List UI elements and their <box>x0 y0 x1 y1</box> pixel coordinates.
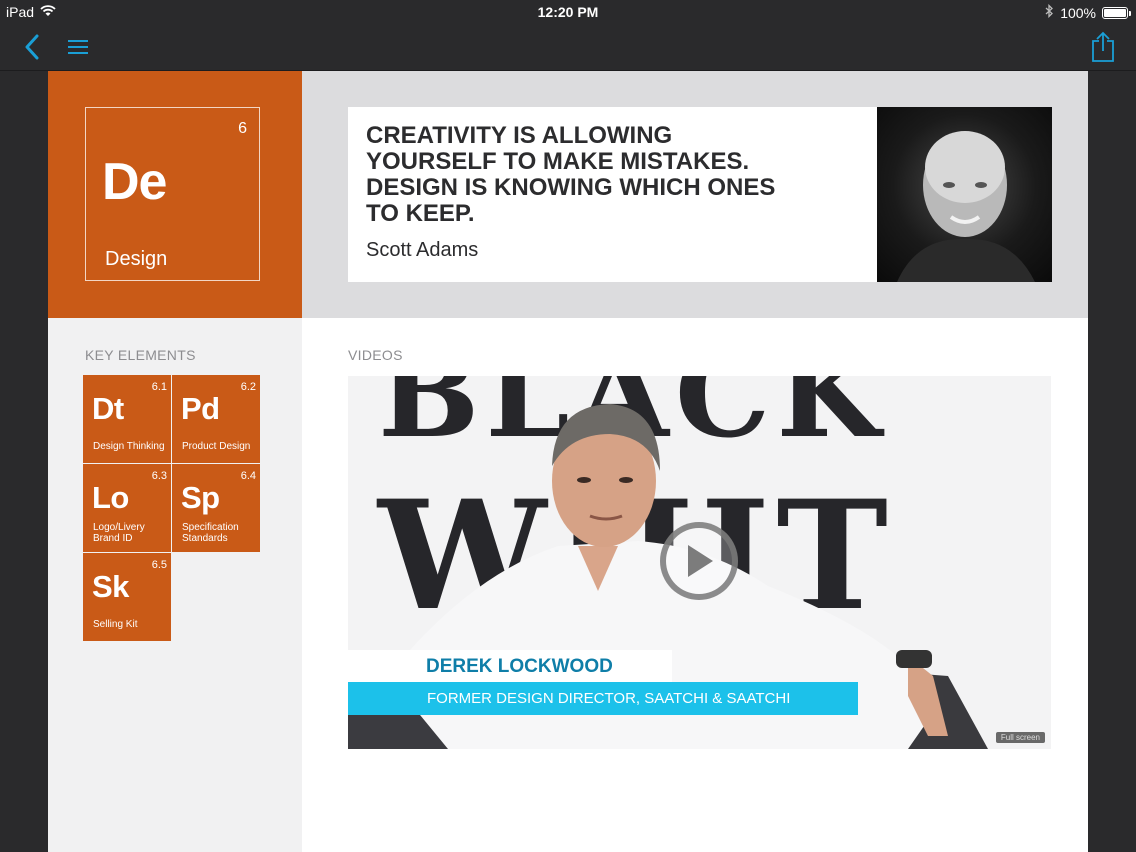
tile-name: Selling Kit <box>93 619 138 630</box>
videos-label: VIDEOS <box>348 347 403 363</box>
tile-symbol: Lo <box>92 480 129 515</box>
key-elements-grid: 6.1 Dt Design Thinking 6.2 Pd Product De… <box>83 375 261 641</box>
element-symbol: De <box>102 153 167 211</box>
tile-symbol: Sp <box>181 480 220 515</box>
speaker-title: FORMER DESIGN DIRECTOR, SAATCHI & SAATCH… <box>427 690 791 707</box>
author-portrait <box>877 107 1052 282</box>
tile-number: 6.4 <box>240 470 256 482</box>
tile-symbol: Dt <box>92 391 124 426</box>
fullscreen-button[interactable]: Full screen <box>995 732 1045 743</box>
element-name: Design <box>105 248 168 270</box>
tile-symbol: Pd <box>181 391 220 426</box>
share-icon <box>1092 31 1114 62</box>
nav-bar <box>0 24 1136 71</box>
tile-number: 6.5 <box>151 559 167 571</box>
hamburger-icon <box>68 40 88 54</box>
menu-button[interactable] <box>62 32 94 62</box>
tile-logo-livery[interactable]: 6.3 Lo Logo/Livery Brand ID <box>83 464 171 552</box>
quote-card: CREATIVITY IS ALLOWING YOURSELF TO MAKE … <box>348 107 877 282</box>
battery-icon <box>1102 6 1131 19</box>
tile-selling-kit[interactable]: 6.5 Sk Selling Kit <box>83 553 171 641</box>
bluetooth-icon <box>1045 3 1054 21</box>
status-right: 100% <box>1045 3 1131 21</box>
element-number: 6 <box>238 120 247 137</box>
quote-band: CREATIVITY IS ALLOWING YOURSELF TO MAKE … <box>302 71 1088 318</box>
content-frame: 6 De Design CREATIVITY IS ALLOWING YOURS… <box>48 71 1088 852</box>
speaker-title-bar: FORMER DESIGN DIRECTOR, SAATCHI & SAATCH… <box>348 682 858 715</box>
quote-text: CREATIVITY IS ALLOWING YOURSELF TO MAKE … <box>366 122 776 227</box>
tile-name: Product Design <box>182 441 251 452</box>
tile-design-thinking[interactable]: 6.1 Dt Design Thinking <box>83 375 171 463</box>
element-tile-design: 6 De Design <box>85 107 260 281</box>
status-bar: iPad 12:20 PM 100% <box>0 0 1136 24</box>
tile-name: Specification Standards <box>182 522 239 544</box>
tile-number: 6.3 <box>151 470 167 482</box>
tile-product-design[interactable]: 6.2 Pd Product Design <box>172 375 260 463</box>
battery-percent: 100% <box>1060 4 1096 21</box>
share-button[interactable] <box>1087 31 1119 62</box>
play-icon <box>688 545 713 577</box>
speaker-name: DEREK LOCKWOOD <box>426 656 613 677</box>
element-hero: 6 De Design <box>48 71 302 318</box>
speaker-name-bar: DEREK LOCKWOOD <box>348 650 672 684</box>
tile-name: Design Thinking <box>93 441 165 452</box>
tile-specification-standards[interactable]: 6.4 Sp Specification Standards <box>172 464 260 552</box>
video-player[interactable]: BLACK WHIT DEREK LOCKWOOD FORMER DESIGN … <box>348 376 1051 749</box>
play-button[interactable] <box>660 522 738 600</box>
key-elements-label: KEY ELEMENTS <box>85 347 196 363</box>
status-time: 12:20 PM <box>537 4 599 20</box>
tile-name: Logo/Livery Brand ID <box>93 522 145 544</box>
tile-number: 6.2 <box>240 381 256 393</box>
tile-number: 6.1 <box>151 381 167 393</box>
back-button[interactable] <box>16 32 48 62</box>
battery-fill <box>1104 8 1126 17</box>
quote-author: Scott Adams <box>366 239 479 261</box>
tile-symbol: Sk <box>92 569 129 604</box>
chevron-left-icon <box>25 34 39 60</box>
